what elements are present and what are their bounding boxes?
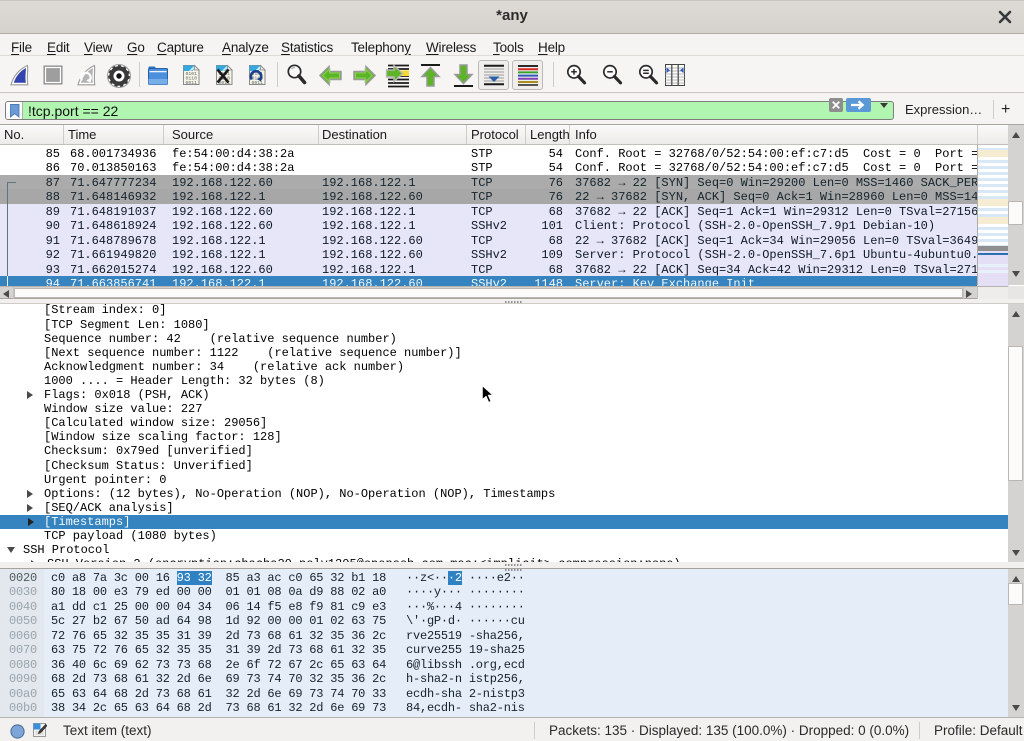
svg-text:0011: 0011 (252, 80, 264, 86)
svg-text:0011: 0011 (186, 80, 198, 86)
